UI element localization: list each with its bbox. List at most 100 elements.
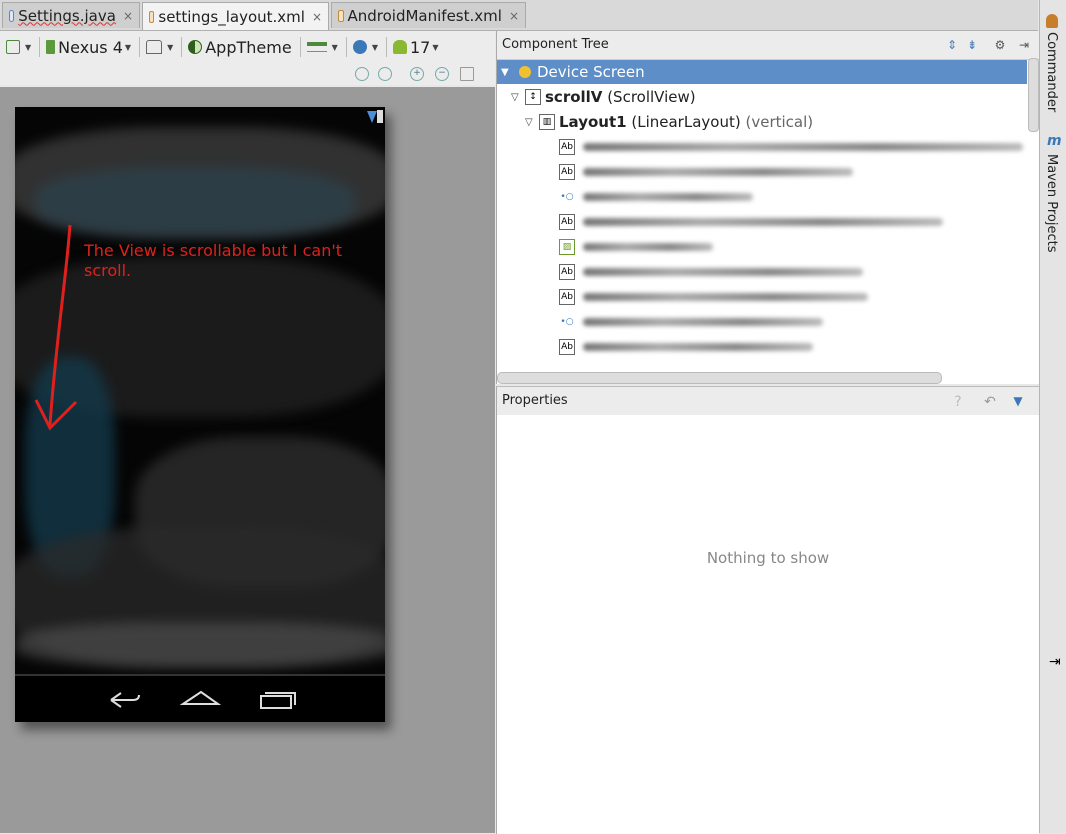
zoom-actual-size-icon[interactable] (378, 67, 392, 81)
chevron-down-icon: ▼ (501, 66, 509, 78)
redacted-content (15, 622, 385, 667)
chevron-down-icon: ▼ (124, 42, 132, 52)
collapse-all-icon[interactable]: ⇟ (965, 38, 979, 52)
chevron-down-icon: ▼ (167, 42, 174, 52)
chevron-down-icon: ▼ (331, 42, 338, 52)
tree-row-child[interactable]: ▨ (559, 235, 713, 259)
switch-icon: •○ (559, 314, 575, 330)
tree-row-child[interactable]: Ab (559, 260, 863, 284)
tree-node-type: (ScrollView) (607, 88, 696, 106)
redacted-text (583, 243, 713, 251)
properties-header: Properties ? ↶ ▼ (497, 387, 1039, 415)
tab-settings-java[interactable]: Settings.java × (2, 2, 140, 28)
expand-all-icon[interactable]: ⇕ (945, 38, 959, 52)
tree-row-child[interactable]: Ab (559, 135, 1023, 159)
redacted-text (583, 218, 943, 226)
redacted-text (583, 293, 868, 301)
activity-dropdown[interactable]: ▼ (306, 42, 338, 52)
zoom-to-fit-icon[interactable] (355, 67, 369, 81)
textview-icon: Ab (559, 264, 575, 280)
layout-icon (6, 40, 20, 54)
properties-title: Properties (502, 393, 568, 408)
hide-icon[interactable]: ⇥ (1017, 38, 1031, 52)
back-icon (110, 692, 140, 708)
tree-row-scrollview[interactable]: ▽ ↕ scrollV (ScrollView) (511, 85, 696, 109)
tree-row-linearlayout[interactable]: ▽ ▥ Layout1 (LinearLayout) (vertical) (525, 110, 813, 134)
editor-tab-bar: Settings.java × settings_layout.xml × An… (0, 0, 1038, 31)
zoom-in-icon[interactable]: + (410, 67, 424, 81)
palette-button[interactable]: ▼ (6, 40, 31, 54)
tree-row-child[interactable]: •○ (559, 310, 823, 334)
properties-panel: Properties ? ↶ ▼ Nothing to show (496, 386, 1039, 834)
separator (385, 37, 387, 57)
commander-icon (1046, 14, 1058, 28)
recents-icon (260, 695, 292, 709)
tab-settings-layout-xml[interactable]: settings_layout.xml × (142, 2, 329, 30)
device-dropdown[interactable]: Nexus 4 ▼ (46, 38, 131, 57)
tree-node-id: scrollV (545, 88, 603, 106)
component-tree-title: Component Tree (502, 37, 609, 52)
separator (181, 37, 183, 57)
tree-node-orientation: (vertical) (745, 113, 814, 131)
close-icon[interactable]: × (509, 9, 519, 23)
orientation-icon (146, 40, 163, 54)
tab-label: settings_layout.xml (158, 7, 305, 26)
tree-node-id: Layout1 (559, 113, 627, 131)
close-icon[interactable]: × (312, 10, 322, 24)
tree-row-child[interactable]: •○ (559, 185, 753, 209)
linearlayout-icon: ▥ (539, 114, 555, 130)
filter-icon[interactable]: ▼ (1011, 394, 1025, 408)
component-tree-vertical-scrollbar[interactable] (1028, 58, 1039, 132)
pin-icon[interactable]: ⇥ (1049, 654, 1061, 670)
gear-icon[interactable]: ⚙ (993, 38, 1007, 52)
api-level-dropdown[interactable]: 17 ▼ (392, 38, 439, 57)
nav-icons (110, 690, 296, 709)
red-arrow-annotation (34, 224, 78, 431)
refresh-icon[interactable] (460, 67, 474, 81)
maven-projects-tab[interactable]: Maven Projects (1044, 154, 1059, 253)
tree-row-child[interactable]: Ab (559, 285, 868, 309)
tree-label: Device Screen (537, 63, 645, 81)
close-icon[interactable]: × (123, 9, 133, 23)
view-icon: ▨ (559, 239, 575, 255)
theme-dropdown[interactable]: AppTheme (188, 38, 292, 57)
commander-tab[interactable]: Commander (1044, 32, 1059, 112)
chevron-down-icon: ▼ (371, 42, 378, 52)
wifi-icon (367, 111, 377, 123)
activity-icon (306, 42, 327, 52)
tree-row-device-screen[interactable]: ▼ Device Screen (497, 60, 1027, 84)
battery-icon (377, 110, 383, 123)
orientation-dropdown[interactable]: ▼ (146, 40, 173, 54)
device-screen-icon (519, 66, 531, 78)
component-tree-panel: Component Tree ⇕ ⇟ ⚙ ⇥ ▼ Device Screen ▽… (496, 31, 1039, 384)
annotation-text: The View is scrollable but I can't scrol… (84, 241, 343, 280)
tree-node-type: (LinearLayout) (631, 113, 741, 131)
textview-icon: Ab (559, 289, 575, 305)
zoom-out-icon[interactable]: − (435, 67, 449, 81)
tab-android-manifest[interactable]: AndroidManifest.xml × (331, 2, 526, 28)
textview-icon: Ab (559, 214, 575, 230)
restore-default-icon[interactable]: ↶ (983, 394, 997, 410)
navigation-bar (15, 674, 385, 722)
right-tool-strip: Commander m Maven Projects ⇥ (1039, 0, 1066, 833)
switch-icon: •○ (559, 189, 575, 205)
chevron-down-icon: ▽ (511, 91, 519, 103)
textview-icon: Ab (559, 139, 575, 155)
locale-dropdown[interactable]: ▼ (352, 40, 378, 54)
component-tree-horizontal-scrollbar[interactable] (497, 372, 942, 384)
help-icon[interactable]: ? (951, 394, 965, 410)
component-tree-header: Component Tree ⇕ ⇟ ⚙ ⇥ (497, 31, 1039, 60)
redacted-text (583, 193, 753, 201)
tab-label: Settings.java (18, 6, 116, 25)
redacted-text (583, 143, 1023, 151)
xml-layout-icon (149, 10, 155, 23)
scrollview-icon: ↕ (525, 89, 541, 105)
tab-label: AndroidManifest.xml (347, 6, 502, 25)
tree-row-child[interactable]: Ab (559, 160, 853, 184)
device-icon (46, 40, 56, 54)
tree-row-child[interactable]: Ab (559, 210, 943, 234)
textview-icon: Ab (559, 339, 575, 355)
chevron-down-icon: ▼ (432, 42, 439, 52)
chevron-down-icon: ▽ (525, 116, 533, 128)
tree-row-child[interactable]: Ab (559, 335, 813, 359)
